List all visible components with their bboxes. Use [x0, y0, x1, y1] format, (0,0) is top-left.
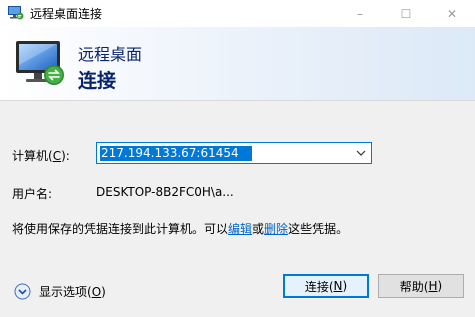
- computer-input[interactable]: [100, 146, 252, 161]
- username-value: DESKTOP-8B2FC0H\a...: [96, 185, 234, 199]
- show-options-toggle[interactable]: 显示选项(O): [14, 283, 106, 300]
- computer-combobox[interactable]: [96, 142, 372, 164]
- show-options-label: 显示选项(O): [39, 285, 106, 299]
- window-title: 远程桌面连接: [30, 7, 103, 21]
- credentials-text-or: 或: [252, 222, 265, 236]
- help-button[interactable]: 帮助(H): [378, 274, 464, 298]
- credentials-text-suffix: 这些凭据。: [288, 222, 349, 236]
- connect-button[interactable]: 连接(N): [283, 274, 369, 298]
- chevron-down-icon[interactable]: [356, 149, 366, 157]
- title-bar: 远程桌面连接 – ☐ ✕: [0, 0, 475, 27]
- remote-desktop-monitor-icon: [16, 41, 64, 85]
- edit-credentials-link[interactable]: 编辑: [228, 222, 252, 236]
- minimize-icon: –: [357, 6, 363, 21]
- remote-desktop-app-icon: [8, 6, 24, 20]
- computer-label: 计算机(C):: [12, 149, 70, 163]
- credentials-text-prefix: 将使用保存的凭据连接到此计算机。可以: [12, 222, 229, 236]
- minimize-button[interactable]: –: [337, 0, 383, 27]
- username-label: 用户名:: [12, 187, 53, 201]
- maximize-button[interactable]: ☐: [383, 0, 429, 27]
- close-button[interactable]: ✕: [429, 0, 475, 27]
- banner-title-line2: 连接: [78, 70, 117, 92]
- credentials-message: 将使用保存的凭据连接到此计算机。可以编辑或删除这些凭据。: [12, 220, 348, 237]
- header-banner: 远程桌面 连接: [0, 27, 475, 101]
- expand-circle-icon: [14, 283, 31, 300]
- banner-title-line1: 远程桌面: [78, 45, 143, 64]
- maximize-icon: ☐: [400, 6, 412, 21]
- delete-credentials-link[interactable]: 删除: [264, 222, 288, 236]
- close-icon: ✕: [446, 6, 458, 21]
